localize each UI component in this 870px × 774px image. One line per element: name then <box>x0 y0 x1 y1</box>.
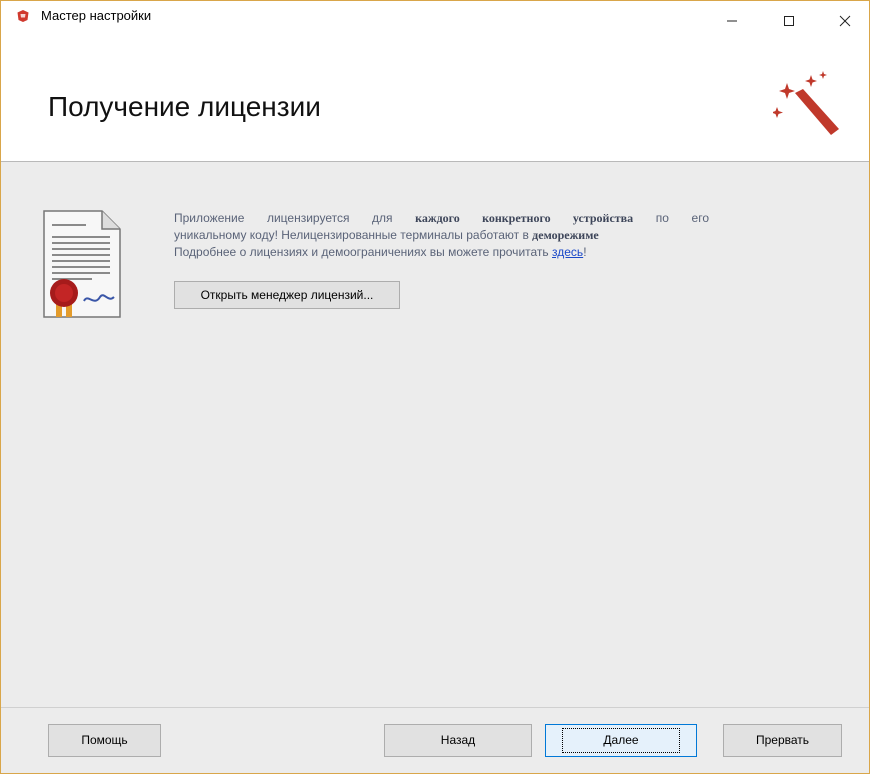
maximize-icon <box>784 16 794 26</box>
wizard-header: Получение лицензии <box>1 31 869 161</box>
app-logo-icon <box>17 10 29 22</box>
description-text-3a: Подробнее о лицензиях и демоограничениях… <box>174 245 549 259</box>
close-icon <box>839 15 851 27</box>
description-text-3b: ! <box>583 245 587 259</box>
content-area: Приложение лицензируется для каждого кон… <box>1 162 869 707</box>
page-title: Получение лицензии <box>48 91 321 122</box>
wizard-footer: Помощь Назад Далее Прервать <box>1 708 869 773</box>
description-line-1: Приложение лицензируется для каждого кон… <box>174 210 709 227</box>
description-line-2: уникальному коду! Нелицензированные терм… <box>174 227 709 244</box>
maximize-button[interactable] <box>764 1 814 35</box>
minimize-button[interactable] <box>707 1 757 35</box>
description-text-2a: уникальному коду! Нелицензированные терм… <box>174 228 529 242</box>
license-certificate-icon <box>43 210 121 318</box>
description-bold-demo: деморежиме <box>532 228 599 242</box>
description-bold-device: каждого конкретного устройства <box>415 211 634 225</box>
window-title: Мастер настройки <box>41 8 152 23</box>
open-license-manager-button[interactable]: Открыть менеджер лицензий... <box>174 281 400 309</box>
magic-wand-icon <box>773 71 839 135</box>
more-info-link[interactable]: здесь <box>552 245 583 259</box>
minimize-icon <box>727 20 737 22</box>
next-button[interactable]: Далее <box>545 724 697 757</box>
abort-button[interactable]: Прервать <box>723 724 842 757</box>
description-text-1a: Приложение лицензируется для <box>174 211 393 225</box>
back-button[interactable]: Назад <box>384 724 532 757</box>
license-description: Приложение лицензируется для каждого кон… <box>174 210 709 261</box>
description-text-1b: по его <box>655 211 709 225</box>
next-button-label: Далее <box>562 728 680 753</box>
help-button[interactable]: Помощь <box>48 724 161 757</box>
description-line-3: Подробнее о лицензиях и демоограничениях… <box>174 244 709 261</box>
close-button[interactable] <box>821 1 869 35</box>
title-bar: Мастер настройки <box>1 1 869 31</box>
setup-wizard-window: Мастер настройки Получение лицензии Прил… <box>0 0 870 774</box>
